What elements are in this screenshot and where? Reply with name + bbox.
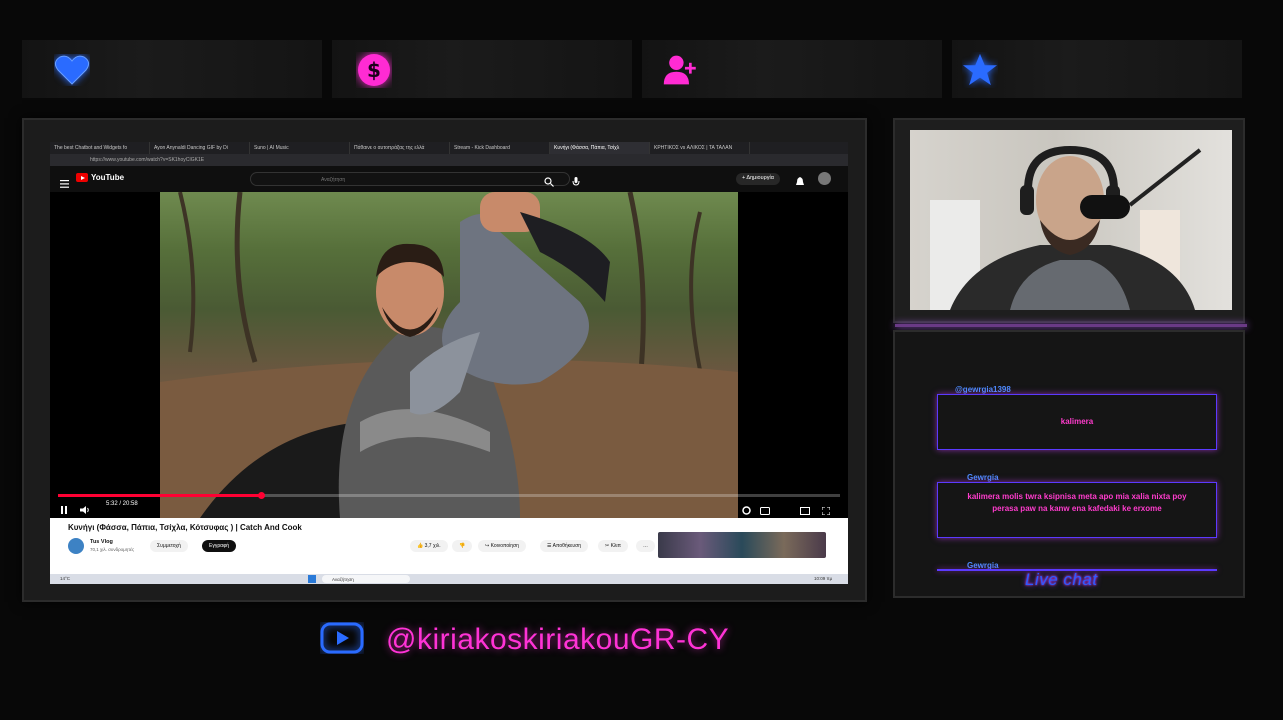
taskbar-search[interactable]: Αναζήτηση bbox=[322, 575, 410, 583]
volume-icon[interactable] bbox=[80, 501, 90, 519]
chat-username: @gewrgia1398 bbox=[955, 385, 1011, 394]
youtube-icon bbox=[320, 622, 364, 659]
taskbar-clock: 10:09 πμ bbox=[814, 576, 833, 581]
like-button[interactable]: 👍 3,7 χιλ. bbox=[410, 540, 448, 552]
video-player[interactable]: 5:32 / 20:58 bbox=[50, 192, 848, 518]
address-bar[interactable]: https://www.youtube.com/watch?v=SK1hoyCI… bbox=[50, 154, 848, 166]
dislike-icon: 👎 bbox=[459, 543, 466, 549]
channel-name[interactable]: Tus Vlog bbox=[90, 539, 113, 545]
browser-tab[interactable]: The best Chatbot and Widgets fo bbox=[50, 142, 150, 154]
browser-tab[interactable]: Ayon Anynaldi Dancing GIF by Di bbox=[150, 142, 250, 154]
avatar[interactable] bbox=[818, 172, 831, 185]
browser-tab[interactable]: Stream - Kick Dashboard bbox=[450, 142, 550, 154]
live-chat-title: Live chat bbox=[1025, 570, 1098, 589]
webcam-panel bbox=[893, 118, 1247, 327]
browser-tab[interactable]: Suno | AI Music bbox=[250, 142, 350, 154]
social-handle: @kiriakoskiriakouGR-CY bbox=[320, 620, 729, 660]
share-label: Κοινοποίηση bbox=[490, 543, 519, 549]
youtube-play-icon bbox=[76, 173, 88, 182]
clip-label: Κλιπ bbox=[610, 543, 621, 549]
chat-panel: @gewrgia1398 kalimera Gewrgia kalimera m… bbox=[893, 330, 1245, 598]
youtube-logo[interactable]: YouTube bbox=[76, 173, 124, 182]
video-progress-bar[interactable] bbox=[58, 492, 840, 499]
microphone-icon[interactable] bbox=[572, 174, 580, 192]
like-count: 3,7 χιλ. bbox=[424, 543, 441, 549]
chat-message-text: kalimera bbox=[1060, 417, 1094, 426]
subscribe-button[interactable]: Εγγραφή bbox=[202, 540, 237, 552]
like-icon: 👍 bbox=[417, 543, 425, 549]
join-button[interactable]: Συμμετοχή bbox=[150, 540, 188, 552]
social-handle-text: @kiriakoskiriakouGR-CY bbox=[386, 623, 730, 656]
video-frame[interactable] bbox=[160, 192, 738, 518]
weather-widget[interactable]: 14°C bbox=[60, 576, 70, 581]
channel-subscribers: 70,1 χιλ. συνδρομητές bbox=[90, 547, 135, 552]
chat-username: Gewrgia bbox=[967, 473, 999, 482]
dislike-button[interactable]: 👎 bbox=[452, 540, 473, 552]
save-button[interactable]: ☰ Αποθήκευση bbox=[540, 540, 588, 552]
webcam-glow-bar bbox=[895, 324, 1247, 327]
clip-button[interactable]: ✂ Κλιπ bbox=[598, 540, 628, 552]
browser-tab[interactable]: Πάθαινε ο αυτοπράξας της ελλά bbox=[350, 142, 450, 154]
browser-tab[interactable]: ΚΡΗΤΙΚΟΣ vs ΑΛΙΚΟΣ | ΤΑ ΤΑΛΑΝ bbox=[650, 142, 750, 154]
windows-taskbar: 14°C Αναζήτηση 10:09 πμ bbox=[50, 574, 848, 584]
dollar-icon: $ bbox=[356, 52, 392, 88]
video-title: Κυνήγι (Φάσσα, Πάπια, Τσίχλα, Κότσυφας )… bbox=[68, 523, 302, 532]
youtube-search-input[interactable]: Αναζήτηση bbox=[250, 172, 570, 186]
channel-avatar[interactable] bbox=[68, 538, 84, 554]
more-actions-button[interactable]: … bbox=[636, 540, 655, 552]
browser-window: The best Chatbot and Widgets fo Ayon Any… bbox=[50, 142, 848, 584]
create-button[interactable]: + Δημιουργία bbox=[736, 173, 780, 185]
browser-tabbar: The best Chatbot and Widgets fo Ayon Any… bbox=[50, 142, 848, 154]
bell-icon[interactable] bbox=[796, 174, 804, 192]
browser-tab-active[interactable]: Κυνήγι (Φάσσα, Πάπια, Τσίχλ bbox=[550, 142, 650, 154]
screen-capture-panel: The best Chatbot and Widgets fo Ayon Any… bbox=[22, 118, 867, 602]
progress-fill bbox=[58, 494, 262, 497]
add-user-icon bbox=[662, 52, 698, 88]
heart-icon bbox=[54, 52, 90, 88]
top-icon-bar: $ bbox=[22, 40, 1242, 98]
share-button[interactable]: ↪ Κοινοποίηση bbox=[478, 540, 526, 552]
save-label: Αποθήκευση bbox=[552, 543, 581, 549]
star-icon bbox=[962, 52, 998, 88]
time-display: 5:32 / 20:58 bbox=[106, 501, 138, 507]
youtube-header: YouTube Αναζήτηση + Δημιουργία bbox=[50, 166, 848, 192]
menu-icon[interactable] bbox=[60, 175, 69, 193]
pause-icon[interactable] bbox=[60, 501, 68, 519]
webcam-feed bbox=[910, 130, 1232, 310]
recommended-thumbnails[interactable] bbox=[658, 532, 826, 558]
search-icon[interactable] bbox=[544, 174, 554, 192]
video-info: Κυνήγι (Φάσσα, Πάπια, Τσίχλα, Κότσυφας )… bbox=[50, 518, 848, 574]
youtube-logo-text: YouTube bbox=[91, 173, 125, 182]
chat-message-text: kalimera molis twra ksipnisa meta apo mi… bbox=[967, 492, 1187, 513]
svg-text:$: $ bbox=[367, 58, 381, 82]
windows-start-icon[interactable] bbox=[308, 575, 316, 583]
